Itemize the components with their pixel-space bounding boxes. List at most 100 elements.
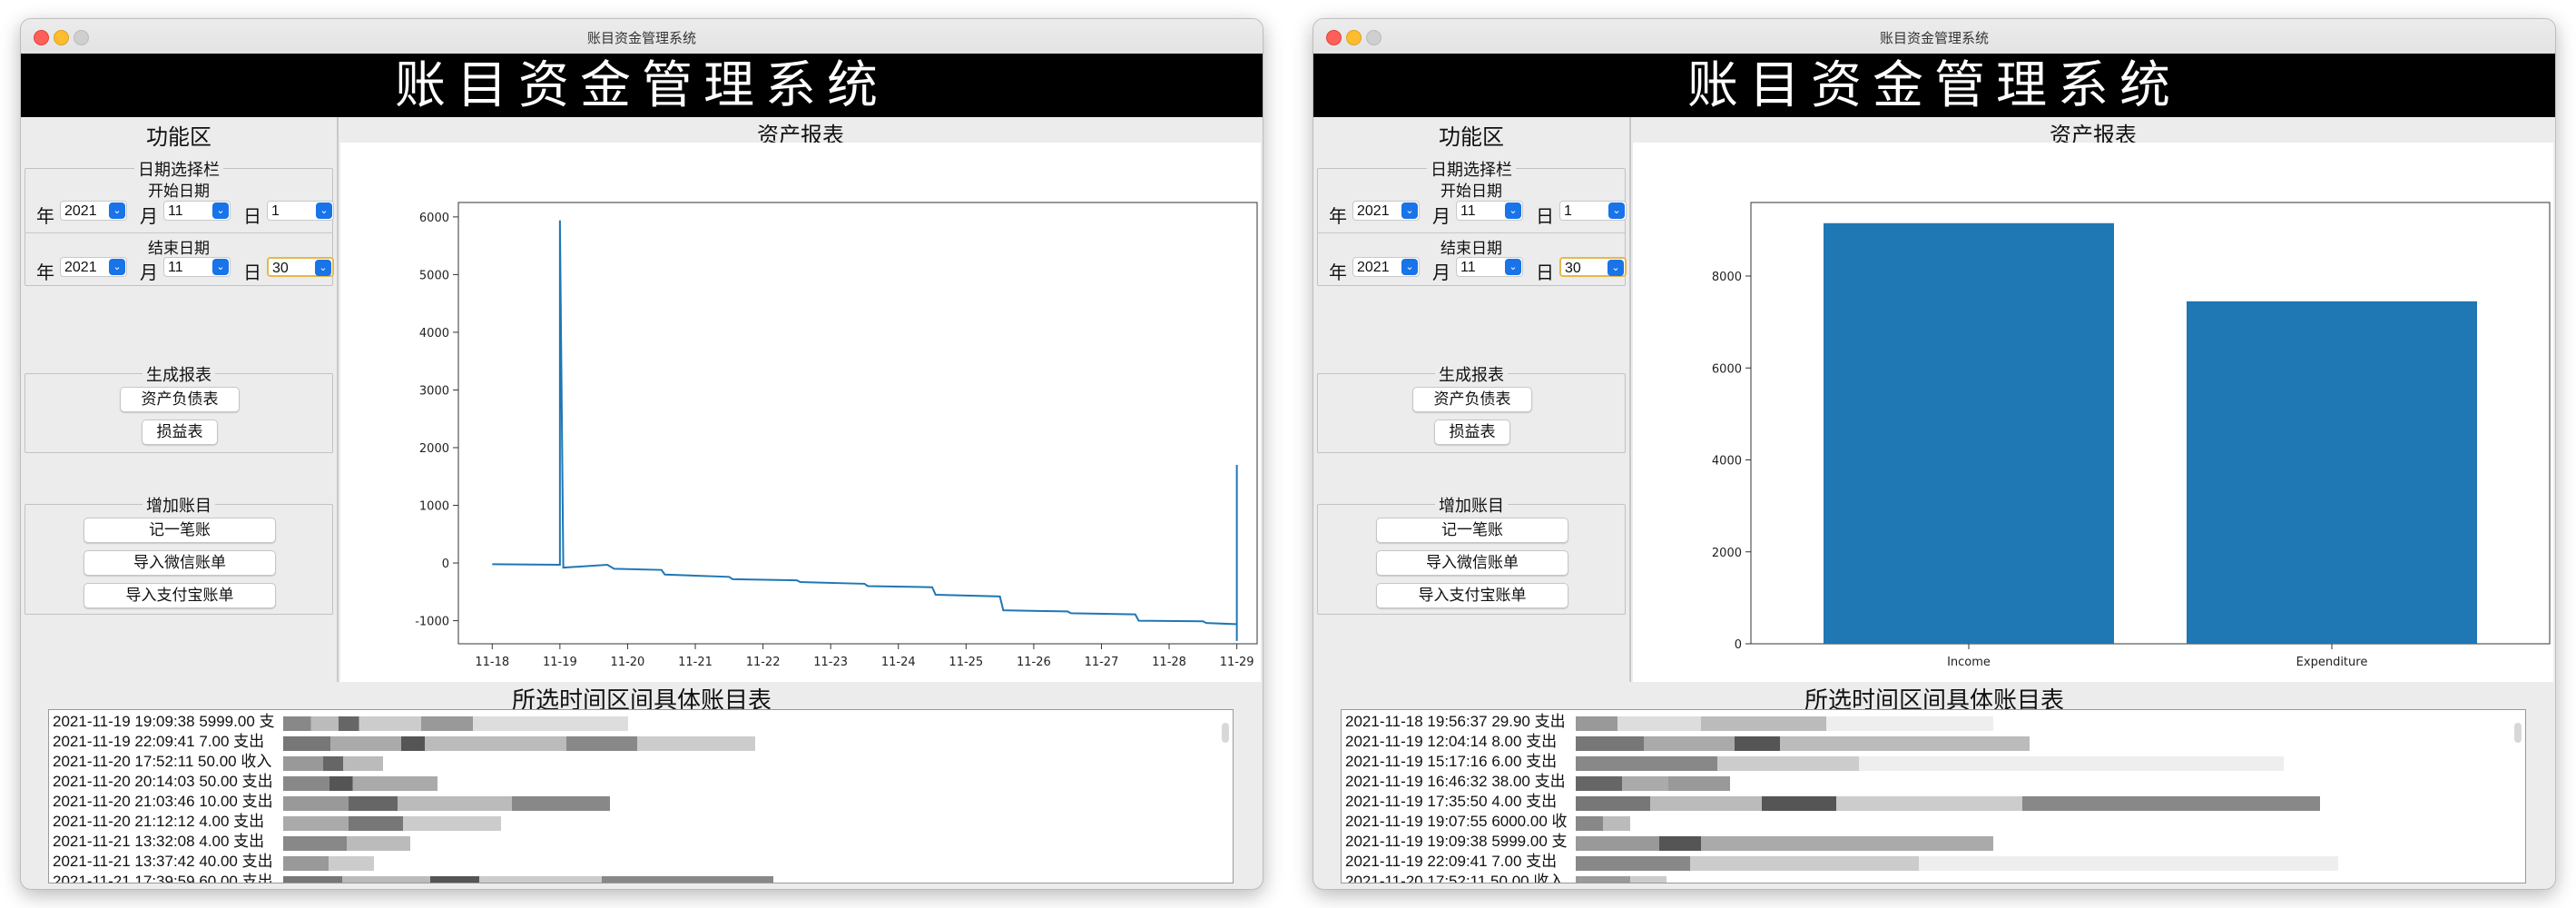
start-day-select[interactable]: 1 ⌄ [1559,201,1627,221]
title-bar[interactable]: 账目资金管理系统 [21,19,1263,54]
title-bar[interactable]: 账目资金管理系统 [1313,19,2555,54]
chevron-down-icon: ⌄ [1505,202,1521,219]
chart-area: -1000 0 1000 2000 3000 4000 5000 6000 11-18 11-19… [340,143,1261,682]
start-date-row: 年 2021 ⌄ 月 11 ⌄ 日 1 ⌄ [33,200,334,227]
record-entry-button[interactable]: 记一笔账 [84,518,276,543]
balance-sheet-button[interactable]: 资产负债表 [120,387,240,412]
chevron-down-icon: ⌄ [315,260,331,276]
report-group-title: 生成报表 [1435,366,1508,384]
date-group: 日期选择栏 开始日期 年 2021 ⌄ 月 11 ⌄ 日 1 ⌄ 结束日期 年 202… [1317,161,1627,286]
sidebar-title: 功能区 [146,125,211,150]
report-group-title: 生成报表 [143,366,215,384]
redacted-text [283,776,438,791]
record-entry-button[interactable]: 记一笔账 [1376,518,1568,543]
date-group-title: 日期选择栏 [1427,161,1516,179]
end-year-select[interactable]: 2021 ⌄ [60,257,127,277]
import-wechat-button[interactable]: 导入微信账单 [84,550,276,576]
ledger-list[interactable]: 2021-11-18 19:56:37 29.90 支出 2021-11-19 … [1341,709,2526,883]
x-tick-label: 11-29 [1220,656,1254,669]
list-item: 2021-11-19 19:07:55 6000.00 收 [1345,813,1568,830]
start-date-row: 年 2021 ⌄ 月 11 ⌄ 日 1 ⌄ [1325,200,1627,227]
y-tick-label: 0 [1735,638,1742,652]
window-title: 账目资金管理系统 [586,31,696,46]
end-day-select[interactable]: 30 ⌄ [267,257,334,277]
x-tick-label: 11-22 [746,656,781,669]
x-tick-label: 11-21 [678,656,713,669]
chevron-down-icon: ⌄ [1505,259,1521,275]
list-item: 2021-11-19 15:17:16 6.00 支出 [1345,753,1558,770]
start-month-select[interactable]: 11 ⌄ [163,201,231,221]
x-tick-label: Income [1947,656,1991,669]
year-label: 年 [1329,207,1347,227]
import-alipay-button[interactable]: 导入支付宝账单 [84,583,276,608]
app-window-1: 账目资金管理系统 账目资金管理系统 功能区 日期选择栏 开始日期 年 2021 ⌄… [20,18,1263,890]
list-item: 2021-11-19 19:09:38 5999.00 支 [53,713,275,730]
chevron-down-icon: ⌄ [109,202,125,219]
month-label: 月 [1432,207,1450,227]
income-statement-button[interactable]: 损益表 [1434,419,1510,445]
start-date-label: 开始日期 [1440,183,1502,200]
redacted-text [283,756,383,771]
ledger-list[interactable]: 2021-11-19 19:09:38 5999.00 支 2021-11-19… [48,709,1234,883]
year-label: 年 [36,263,54,283]
end-month-select[interactable]: 11 ⌄ [163,257,231,277]
chevron-down-icon: ⌄ [1401,259,1418,275]
redacted-text [1576,796,2320,811]
end-date-row: 年 2021 ⌄ 月 11 ⌄ 日 30 ⌄ [1325,256,1627,283]
x-tick-label: 11-25 [949,656,983,669]
y-tick-label: -1000 [415,616,449,629]
redacted-text [1576,856,2338,871]
bar [1824,222,2114,644]
y-tick-label: 4000 [1712,455,1742,469]
redacted-text [1576,836,1993,851]
report-group: 生成报表 资产负债表 损益表 [1317,366,1626,453]
list-item: 2021-11-19 22:09:41 7.00 支出 [1345,853,1558,870]
list-item: 2021-11-21 13:32:08 4.00 支出 [53,833,265,850]
y-tick-label: 5000 [419,269,449,282]
list-item: 2021-11-19 22:09:41 7.00 支出 [53,733,265,750]
chevron-down-icon: ⌄ [316,202,332,219]
add-entry-group: 增加账目 记一笔账 导入微信账单 导入支付宝账单 [1317,497,1626,615]
end-year-select[interactable]: 2021 ⌄ [1352,257,1420,277]
list-item: 2021-11-20 17:52:11 50.00 收入 [53,753,272,770]
start-year-select[interactable]: 2021 ⌄ [1352,201,1420,221]
month-label: 月 [140,207,158,227]
start-day-select[interactable]: 1 ⌄ [267,201,334,221]
scrollbar[interactable] [1222,723,1229,743]
income-statement-button[interactable]: 损益表 [142,419,218,445]
balance-sheet-button[interactable]: 资产负债表 [1412,387,1532,412]
start-month-select[interactable]: 11 ⌄ [1456,201,1523,221]
add-entry-group-title: 增加账目 [143,497,215,515]
redacted-text [283,836,410,851]
add-entry-group-title: 增加账目 [1435,497,1508,515]
list-item: 2021-11-19 16:46:32 38.00 支出 [1345,773,1566,790]
start-year-select[interactable]: 2021 ⌄ [60,201,127,221]
x-tick-label: 11-24 [881,656,916,669]
redacted-text [283,876,773,883]
x-tick-label: 11-20 [611,656,645,669]
y-tick-label: 6000 [419,212,449,225]
chart-area: 0 2000 4000 6000 8000 Income Expenditure [1633,143,2553,682]
redacted-text [1576,716,1993,731]
redacted-text [1576,876,1667,883]
chevron-down-icon: ⌄ [1608,260,1624,276]
window-title: 账目资金管理系统 [1879,31,1989,46]
y-tick-label: 6000 [1712,362,1742,376]
redacted-text [1576,756,2284,771]
sidebar-title: 功能区 [1439,125,1504,150]
list-item: 2021-11-19 12:04:14 8.00 支出 [1345,733,1558,750]
redacted-text [1576,816,1630,831]
date-group-title: 日期选择栏 [134,161,223,179]
import-wechat-button[interactable]: 导入微信账单 [1376,550,1568,576]
x-tick-label: 11-26 [1017,656,1051,669]
scrollbar[interactable] [2514,723,2522,743]
import-alipay-button[interactable]: 导入支付宝账单 [1376,583,1568,608]
end-day-select[interactable]: 30 ⌄ [1559,257,1627,277]
redacted-text [283,716,628,731]
y-tick-label: 0 [442,558,449,571]
list-item: 2021-11-20 17:52:11 50.00 收入 [1345,873,1565,883]
redacted-text [1576,776,1730,791]
bar [2187,301,2477,644]
y-tick-label: 8000 [1712,271,1742,284]
end-month-select[interactable]: 11 ⌄ [1456,257,1523,277]
